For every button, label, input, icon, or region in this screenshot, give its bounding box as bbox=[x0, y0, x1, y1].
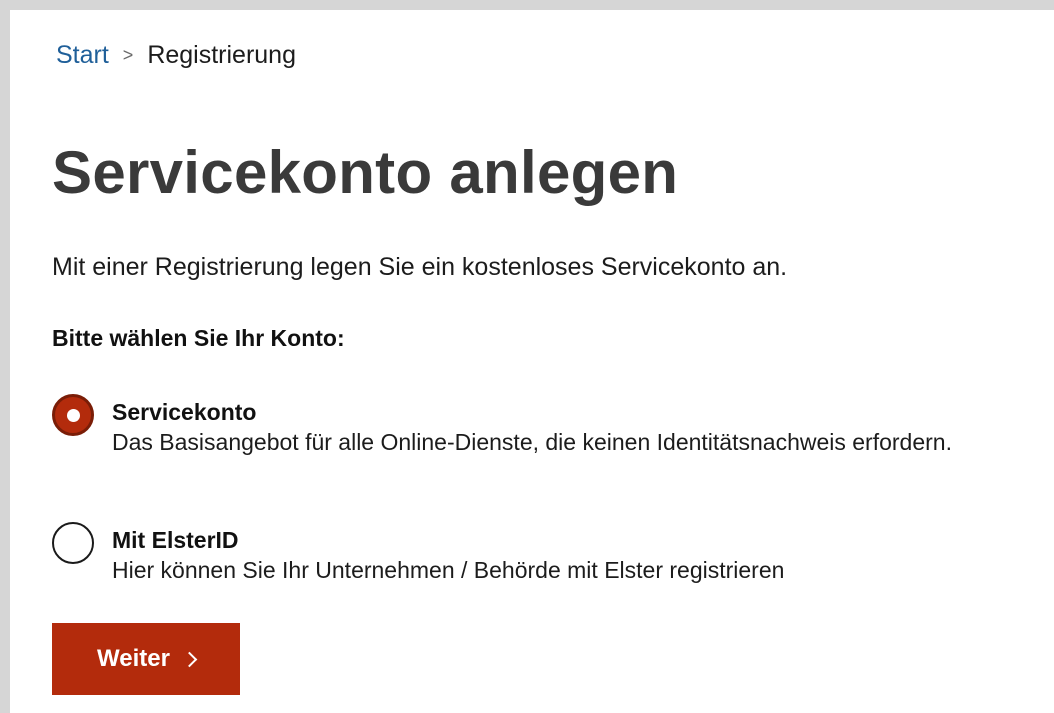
option-elsterid[interactable]: Mit ElsterID Hier können Sie Ihr Unterne… bbox=[52, 522, 1042, 583]
breadcrumb: Start > Registrierung bbox=[56, 41, 296, 70]
page-frame: Start > Registrierung Servicekonto anleg… bbox=[0, 0, 1054, 713]
option-servicekonto-text: Servicekonto Das Basisangebot für alle O… bbox=[112, 398, 1042, 455]
page-title: Servicekonto anlegen bbox=[52, 139, 679, 206]
next-button-label: Weiter bbox=[97, 645, 170, 672]
radio-servicekonto[interactable] bbox=[52, 394, 94, 436]
option-elsterid-text: Mit ElsterID Hier können Sie Ihr Unterne… bbox=[112, 526, 1042, 583]
radio-elsterid[interactable] bbox=[52, 522, 94, 564]
breadcrumb-separator: > bbox=[122, 45, 134, 65]
option-servicekonto[interactable]: Servicekonto Das Basisangebot für alle O… bbox=[52, 394, 1042, 455]
intro-text: Mit einer Registrierung legen Sie ein ko… bbox=[52, 253, 788, 281]
breadcrumb-current: Registrierung bbox=[147, 41, 296, 69]
account-question-label: Bitte wählen Sie Ihr Konto: bbox=[52, 325, 345, 351]
option-elsterid-title: Mit ElsterID bbox=[112, 527, 239, 553]
option-servicekonto-description: Das Basisangebot für alle Online-Dienste… bbox=[112, 429, 952, 455]
next-button[interactable]: Weiter bbox=[52, 623, 240, 695]
option-servicekonto-title: Servicekonto bbox=[112, 399, 257, 425]
option-elsterid-description: Hier können Sie Ihr Unternehmen / Behörd… bbox=[112, 557, 785, 583]
chevron-right-icon bbox=[181, 651, 198, 668]
radio-selected-dot bbox=[66, 408, 80, 422]
breadcrumb-start-link[interactable]: Start bbox=[56, 41, 109, 70]
